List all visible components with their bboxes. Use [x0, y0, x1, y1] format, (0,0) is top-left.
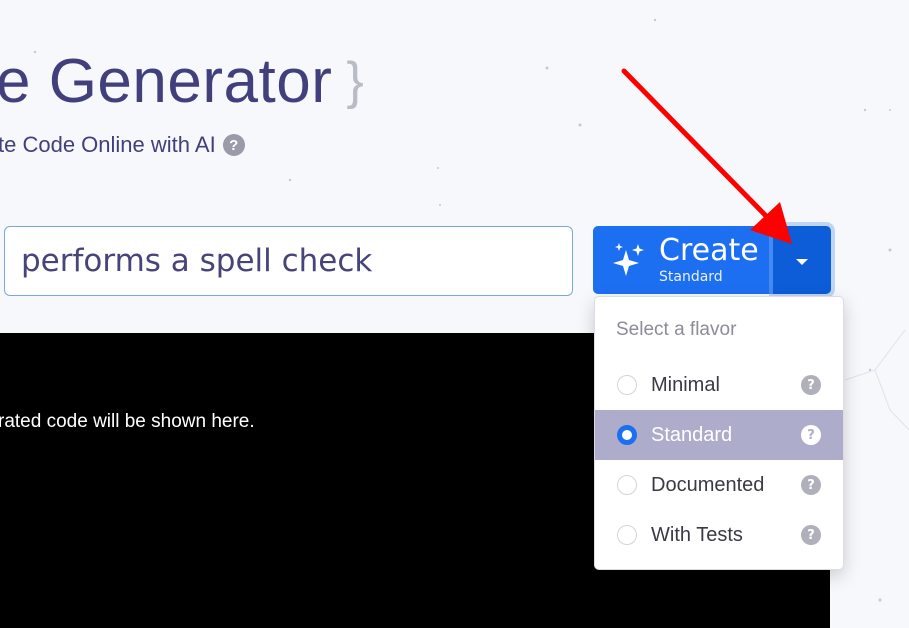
- radio-button[interactable]: [617, 475, 637, 495]
- flavor-menu-header: Select a flavor: [616, 319, 737, 340]
- create-button-group: Create Standard: [593, 226, 831, 294]
- radio-button[interactable]: [617, 375, 637, 395]
- flavor-menu: Select a flavor Minimal ? Standard ? Doc…: [594, 296, 844, 570]
- create-label: Create: [659, 233, 759, 268]
- flavor-dropdown-toggle[interactable]: [773, 226, 831, 294]
- title-brace: }: [346, 52, 365, 110]
- page-title: e Generator}: [0, 47, 365, 116]
- create-button[interactable]: Create Standard: [593, 226, 773, 294]
- caret-down-icon: [796, 259, 808, 265]
- help-icon[interactable]: ?: [801, 425, 821, 445]
- flavor-option-label: Documented: [651, 473, 765, 496]
- create-flavor-label: Standard: [659, 269, 723, 285]
- flavor-option-with-tests[interactable]: With Tests ?: [595, 510, 843, 560]
- radio-button[interactable]: [617, 425, 637, 445]
- flavor-option-label: Minimal: [651, 373, 720, 396]
- output-placeholder: rated code will be shown here.: [0, 411, 255, 432]
- sparkle-icon: [613, 243, 644, 276]
- radio-button[interactable]: [617, 525, 637, 545]
- help-icon[interactable]: ?: [801, 475, 821, 495]
- help-icon[interactable]: ?: [222, 134, 245, 156]
- help-icon[interactable]: ?: [801, 375, 821, 395]
- flavor-option-minimal[interactable]: Minimal ?: [595, 360, 843, 410]
- subtitle-text: te Code Online with AI: [0, 132, 216, 157]
- flavor-option-label: With Tests: [651, 523, 743, 546]
- flavor-option-standard[interactable]: Standard ?: [595, 410, 843, 460]
- help-icon[interactable]: ?: [801, 525, 821, 545]
- page-subtitle: te Code Online with AI ?: [0, 132, 245, 158]
- flavor-option-documented[interactable]: Documented ?: [595, 460, 843, 510]
- flavor-option-label: Standard: [651, 423, 733, 446]
- prompt-input[interactable]: [4, 226, 573, 296]
